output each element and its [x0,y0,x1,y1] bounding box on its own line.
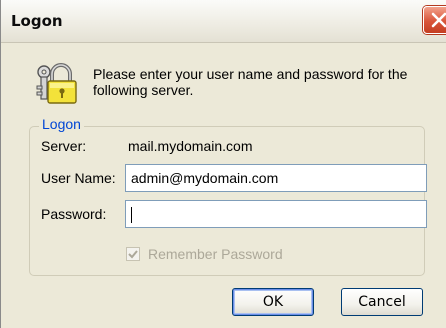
username-input[interactable]: admin@mydomain.com [125,164,427,192]
server-label: Server: [41,138,87,154]
title-bar[interactable]: Logon [1,0,446,43]
checkmark-icon [128,250,138,259]
groupbox-legend: Logon [39,116,84,132]
ok-button[interactable]: OK [232,288,314,316]
server-value: mail.mydomain.com [128,138,253,154]
remember-password-label: Remember Password [148,246,283,262]
password-label: Password: [41,206,107,222]
password-input[interactable] [125,200,427,228]
remember-password-checkbox[interactable] [126,247,140,261]
logon-dialog: Logon Please enter your user name and pa… [0,0,446,328]
text-caret [131,207,132,224]
close-button[interactable] [423,6,446,34]
instruction-text: Please enter your user name and password… [93,66,408,98]
cancel-button[interactable]: Cancel [341,288,423,316]
username-label: User Name: [41,170,116,186]
window-title: Logon [11,12,63,30]
username-value: admin@mydomain.com [131,170,279,186]
padlock-keys-icon [36,63,77,104]
close-icon [431,12,446,28]
